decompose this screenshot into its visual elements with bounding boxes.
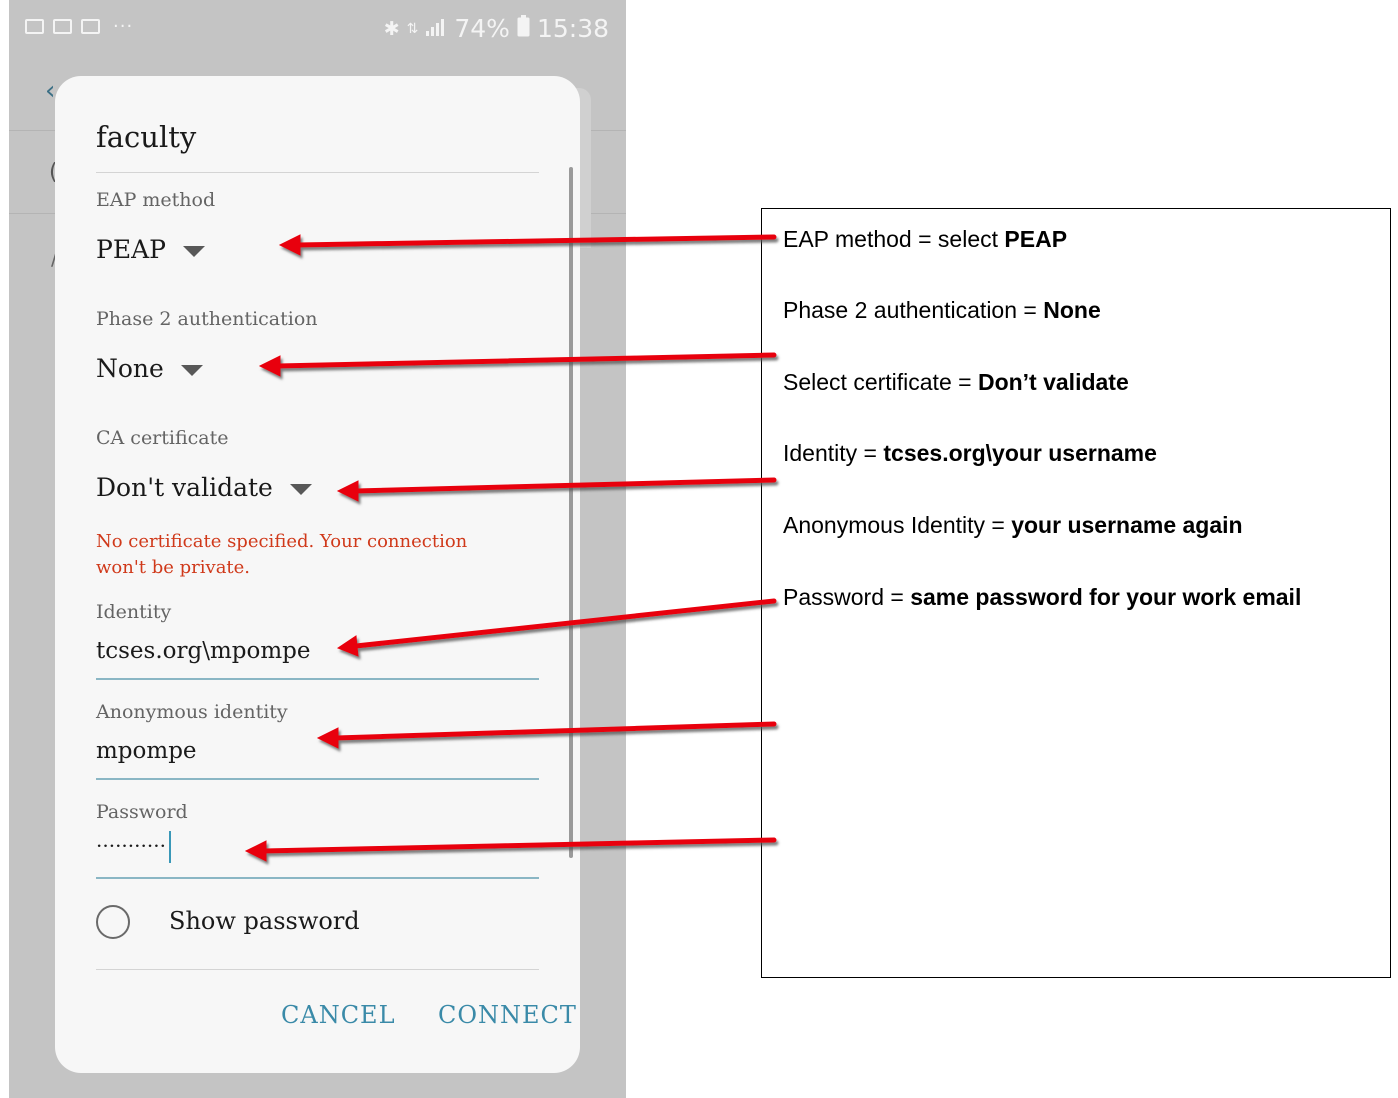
image-icon — [25, 19, 44, 34]
buttons-divider — [96, 969, 539, 970]
anonymous-identity-underline — [96, 778, 539, 780]
battery-icon — [517, 14, 530, 43]
instruction-phase2: Phase 2 authentication = None — [783, 297, 1101, 323]
email-icon — [81, 19, 100, 34]
connect-button[interactable]: CONNECT — [438, 1001, 577, 1029]
data-icon: ⇅ — [406, 20, 419, 37]
eap-method-label: EAP method — [96, 189, 216, 211]
identity-label: Identity — [96, 601, 172, 623]
outlook-icon — [53, 19, 72, 34]
identity-underline — [96, 678, 539, 680]
eap-method-dropdown[interactable]: PEAP — [96, 235, 205, 264]
dialog-title: faculty — [96, 120, 197, 154]
phase2-label: Phase 2 authentication — [96, 308, 318, 330]
certificate-warning: No certificate specified. Your connectio… — [96, 531, 468, 578]
show-password-label[interactable]: Show password — [169, 907, 360, 935]
password-label: Password — [96, 801, 188, 823]
password-field[interactable]: ··········· — [96, 831, 171, 863]
back-arrow-icon: ‹ — [45, 76, 56, 106]
dropdown-arrow-icon — [289, 483, 312, 495]
password-underline — [96, 877, 539, 879]
dropdown-arrow-icon — [180, 364, 203, 376]
clock: 15:38 — [536, 14, 609, 43]
instruction-password: Password = same password for your work e… — [783, 584, 1302, 610]
phase2-value: None — [96, 354, 164, 383]
wifi-dialog: faculty EAP method PEAP Phase 2 authenti… — [55, 76, 580, 1073]
status-bar: ··· ✱ ⇅ 74% 15:38 — [9, 0, 626, 58]
bluetooth-icon: ✱ — [383, 17, 400, 40]
text-cursor — [168, 831, 171, 863]
show-password-checkbox[interactable] — [96, 905, 130, 939]
dropdown-arrow-icon — [182, 245, 205, 257]
more-notifications: ··· — [113, 16, 134, 37]
password-value: ··········· — [96, 833, 166, 858]
dialog-scrollbar[interactable] — [569, 167, 573, 858]
eap-method-value: PEAP — [96, 235, 166, 264]
ca-certificate-label: CA certificate — [96, 427, 229, 449]
instruction-identity: Identity = tcses.org\your username — [783, 440, 1157, 466]
anonymous-identity-field[interactable]: mpompe — [96, 738, 197, 764]
ca-certificate-value: Don't validate — [96, 473, 273, 502]
anonymous-identity-label: Anonymous identity — [96, 701, 288, 723]
phase2-dropdown[interactable]: None — [96, 354, 203, 383]
cancel-button[interactable]: CANCEL — [281, 1001, 396, 1029]
instruction-eap: EAP method = select PEAP — [783, 226, 1068, 252]
title-divider — [96, 172, 539, 173]
battery-percent: 74% — [454, 14, 510, 43]
instruction-anonymous-identity: Anonymous Identity = your username again — [783, 512, 1243, 538]
identity-field[interactable]: tcses.org\mpompe — [96, 638, 311, 664]
signal-icon — [425, 14, 447, 43]
ca-certificate-dropdown[interactable]: Don't validate — [96, 473, 312, 502]
instruction-certificate: Select certificate = Don’t validate — [783, 369, 1129, 395]
phone-screenshot: ··· ✱ ⇅ 74% 15:38 ‹ ( / faculty EAP meth… — [9, 0, 626, 1098]
